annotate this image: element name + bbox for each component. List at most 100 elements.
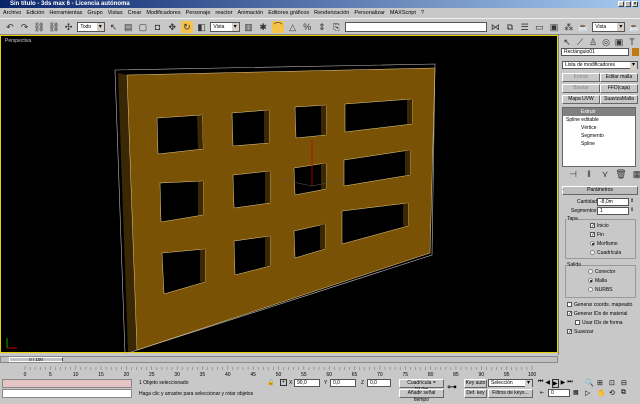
amount-spinner[interactable]: ⇕ <box>630 198 634 204</box>
next-frame-icon[interactable]: ▶ <box>561 379 566 388</box>
smooth-label: Suavizar <box>574 329 594 335</box>
go-to-end-icon[interactable]: ⏭ <box>567 379 572 388</box>
maximize-button[interactable]: □ <box>625 1 631 7</box>
absolute-mode-icon[interactable]: + <box>280 379 287 386</box>
render-type-dropdown[interactable]: Vista <box>592 21 626 32</box>
maximize-viewport-icon[interactable]: ⧉ <box>621 389 633 397</box>
key-mode-toggle-icon[interactable]: ⇤ <box>540 390 544 396</box>
zoom-icon[interactable]: 🔍 <box>585 379 597 387</box>
minimize-button[interactable]: _ <box>618 1 624 7</box>
smooth-checkbox[interactable]: ✓ <box>567 329 572 335</box>
pan-icon[interactable]: ✋ <box>597 389 609 397</box>
modifier-list-dropdown[interactable]: Lista de modificadores <box>562 61 638 70</box>
set-key-button[interactable]: Def. key <box>464 389 487 398</box>
mesh-radio[interactable] <box>588 278 593 283</box>
make-unique-icon[interactable]: ⋎ <box>599 168 611 180</box>
object-color-swatch[interactable] <box>632 48 639 56</box>
segments-input[interactable]: 1 <box>597 207 629 215</box>
close-button[interactable]: × <box>632 1 638 7</box>
window-reveal <box>320 224 325 249</box>
collapse-icon: - <box>562 187 564 193</box>
segments-label: Segmentos: <box>571 208 598 214</box>
prompt-line: Haga clic y arrastre para seleccionar y … <box>139 391 254 397</box>
quick-render-icon[interactable]: ☕ <box>628 21 640 33</box>
hierarchy-tab-icon[interactable]: ♙ <box>587 36 599 48</box>
patch-radio[interactable] <box>588 269 593 274</box>
add-time-tag-button[interactable]: Añadir señal tiempo <box>399 389 444 403</box>
time-config-icon[interactable]: ▦ <box>573 389 579 396</box>
z-coord-input[interactable]: 0,0 <box>367 379 391 387</box>
window-opening <box>156 114 204 155</box>
frame-ruler[interactable]: 0 5 10 15 20 25 30 35 40 45 50 55 60 65 70 75 80 85 90 95 10… <box>0 364 558 377</box>
morph-label: Morfismo <box>597 241 618 247</box>
modifier-button[interactable]: FFD(caja) <box>600 84 638 93</box>
stack-item[interactable]: Spline editable <box>563 116 635 124</box>
gen-matids-checkbox[interactable]: ✓ <box>567 311 572 317</box>
key-filters-button[interactable]: Filtros de keys... <box>488 389 533 398</box>
zoom-extents-all-icon[interactable]: ⊟ <box>621 379 633 387</box>
nurbs-label: NURBS <box>595 287 613 293</box>
modifier-button[interactable]: SuavizaMalla <box>600 95 638 104</box>
create-tab-icon[interactable]: ↖ <box>561 36 573 48</box>
scene-canvas <box>114 63 436 355</box>
display-tab-icon[interactable]: ▣ <box>613 36 625 48</box>
object-name-input[interactable]: Rectángulo01 <box>561 48 629 56</box>
cap-start-checkbox[interactable]: ✓ <box>590 223 595 229</box>
amount-label: Cantidad: <box>577 199 599 205</box>
show-end-result-icon[interactable]: ‖ <box>583 168 595 180</box>
configure-sets-icon[interactable]: ▦ <box>631 168 640 180</box>
selection-status: 1 Objeto seleccionado <box>139 380 189 386</box>
y-coord-input[interactable]: 0,0 <box>330 379 356 387</box>
utilities-tab-icon[interactable]: T <box>626 36 638 48</box>
prev-frame-icon[interactable]: ◀ <box>545 379 550 388</box>
stack-item[interactable]: Extruir <box>563 108 635 116</box>
modifier-button[interactable]: Biselar <box>562 84 600 93</box>
key-mode-dropdown[interactable]: Selección <box>488 379 533 388</box>
go-to-start-icon[interactable]: ⏮ <box>538 379 543 388</box>
render-scene-icon[interactable]: ☕ <box>578 21 590 33</box>
window-reveal <box>264 110 269 143</box>
stack-item[interactable]: Segmento <box>563 132 635 140</box>
window-reveal <box>265 236 270 266</box>
motion-tab-icon[interactable]: ◎ <box>600 36 612 48</box>
morph-radio[interactable] <box>590 241 595 246</box>
play-icon[interactable]: ▶ <box>552 379 559 388</box>
time-slider-thumb[interactable]: 0 / 100 <box>9 357 63 362</box>
material-editor-icon[interactable]: ⁂ <box>563 21 575 33</box>
window-reveal <box>321 105 326 135</box>
output-group-label: Salida <box>567 262 581 268</box>
segments-spinner[interactable]: ⇕ <box>630 207 634 213</box>
amount-input[interactable]: -8,0m <box>597 198 629 206</box>
arc-rotate-icon[interactable]: ⟲ <box>609 389 621 397</box>
grid-radio[interactable] <box>590 250 595 255</box>
key-icon[interactable]: ⊶ <box>447 382 457 393</box>
parameters-rollout-header[interactable]: Parámetros <box>562 186 638 195</box>
nurbs-radio[interactable] <box>588 287 593 292</box>
gen-mapping-label: Generar coords. mapeado <box>574 302 633 308</box>
modifier-button[interactable]: Editar malla <box>600 73 638 82</box>
cap-end-checkbox[interactable]: ✓ <box>590 232 595 238</box>
zoom-all-icon[interactable]: ⊞ <box>597 379 609 387</box>
window-reveal <box>197 115 203 149</box>
time-slider-track[interactable]: 0 / 100 <box>0 356 558 363</box>
use-shape-ids-checkbox[interactable] <box>575 320 580 325</box>
maxscript-listener-mini[interactable] <box>2 379 132 388</box>
modifier-stack[interactable]: Extruir Spline editable Vértice Segmento Spl… <box>562 107 636 167</box>
stack-item[interactable]: Spline <box>563 140 635 148</box>
modify-tab-icon[interactable]: ⟋ <box>574 36 586 48</box>
x-coord-input[interactable]: 90,0 <box>294 379 320 387</box>
zoom-extents-icon[interactable]: ⊡ <box>609 379 621 387</box>
stack-item[interactable]: Vértice <box>563 124 635 132</box>
perspective-viewport[interactable]: Perspectiva <box>0 35 558 355</box>
auto-key-button[interactable]: Key auto <box>464 379 487 388</box>
pin-stack-icon[interactable]: ⊣ <box>567 168 579 180</box>
maxscript-input[interactable] <box>2 389 132 398</box>
gen-mapping-checkbox[interactable] <box>567 302 572 307</box>
modifier-button[interactable]: Extruir <box>562 73 600 82</box>
remove-modifier-icon[interactable]: 🗑 <box>615 168 627 180</box>
lock-icon[interactable]: 🔒 <box>267 379 274 386</box>
modifier-button[interactable]: Mapa UVW <box>562 95 600 104</box>
current-frame-input[interactable]: 0 <box>548 389 570 397</box>
grid-spacing-display: Cuadrícula = 10,0m <box>399 379 444 393</box>
fov-icon[interactable]: ▷ <box>585 389 597 397</box>
